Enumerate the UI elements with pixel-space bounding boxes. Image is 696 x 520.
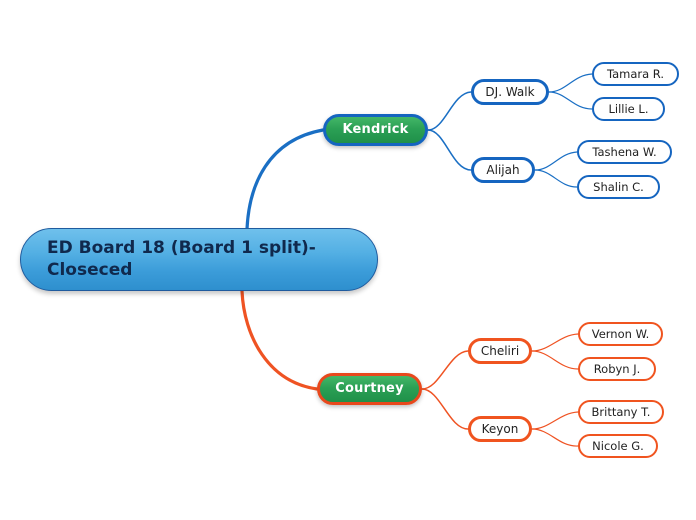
sub-node-dj-walk-label: DJ. Walk (485, 84, 535, 99)
edge-cheliri-to-robyn (531, 350, 579, 370)
edge-djwalk-to-lillie (548, 91, 593, 110)
edge-keyon-to-brittany (531, 411, 579, 430)
mindmap-canvas: ED Board 18 (Board 1 split)- Closeced Ke… (0, 0, 696, 520)
sub-node-keyon-label: Keyon (481, 421, 519, 436)
leaf-node-shalin-c[interactable]: Shalin C. (577, 175, 660, 199)
leaf-node-nicole-g[interactable]: Nicole G. (578, 434, 658, 458)
edge-kendrick-to-djwalk (427, 91, 472, 131)
branch-node-kendrick[interactable]: Kendrick (323, 114, 428, 146)
branch-node-courtney[interactable]: Courtney (317, 373, 422, 405)
edge-kendrick-to-alijah (427, 129, 472, 171)
sub-node-keyon[interactable]: Keyon (468, 416, 532, 442)
branch-node-courtney-label: Courtney (335, 380, 404, 396)
edge-alijah-to-shalin (534, 169, 578, 188)
leaf-node-nicole-g-label: Nicole G. (592, 438, 644, 453)
sub-node-alijah[interactable]: Alijah (471, 157, 535, 183)
leaf-node-tamara-r[interactable]: Tamara R. (592, 62, 679, 86)
edge-alijah-to-tashena (534, 151, 578, 171)
leaf-node-lillie-l[interactable]: Lillie L. (592, 97, 665, 121)
sub-node-dj-walk[interactable]: DJ. Walk (471, 79, 549, 105)
leaf-node-robyn-j-label: Robyn J. (593, 361, 641, 376)
leaf-node-vernon-w-label: Vernon W. (591, 326, 650, 341)
leaf-node-tashena-w[interactable]: Tashena W. (577, 140, 672, 164)
leaf-node-brittany-t-label: Brittany T. (591, 404, 651, 419)
leaf-node-robyn-j[interactable]: Robyn J. (578, 357, 656, 381)
leaf-node-tamara-r-label: Tamara R. (606, 66, 665, 81)
leaf-node-tashena-w-label: Tashena W. (592, 144, 657, 159)
root-node[interactable]: ED Board 18 (Board 1 split)- Closeced (20, 228, 378, 291)
leaf-node-brittany-t[interactable]: Brittany T. (578, 400, 664, 424)
edge-root-to-kendrick (245, 128, 325, 231)
edge-djwalk-to-tamara (548, 73, 593, 93)
edge-courtney-to-cheliri (421, 350, 469, 390)
root-node-label: ED Board 18 (Board 1 split)- Closeced (47, 238, 316, 280)
edge-root-to-courtney (240, 289, 319, 391)
leaf-node-vernon-w[interactable]: Vernon W. (578, 322, 663, 346)
edge-cheliri-to-vernon (531, 333, 579, 352)
edge-keyon-to-nicole (531, 428, 579, 447)
sub-node-alijah-label: Alijah (486, 162, 520, 177)
edge-courtney-to-keyon (421, 388, 469, 430)
sub-node-cheliri-label: Cheliri (480, 343, 520, 358)
leaf-node-lillie-l-label: Lillie L. (608, 101, 649, 116)
sub-node-cheliri[interactable]: Cheliri (468, 338, 532, 364)
leaf-node-shalin-c-label: Shalin C. (593, 179, 644, 194)
branch-node-kendrick-label: Kendrick (342, 121, 409, 137)
